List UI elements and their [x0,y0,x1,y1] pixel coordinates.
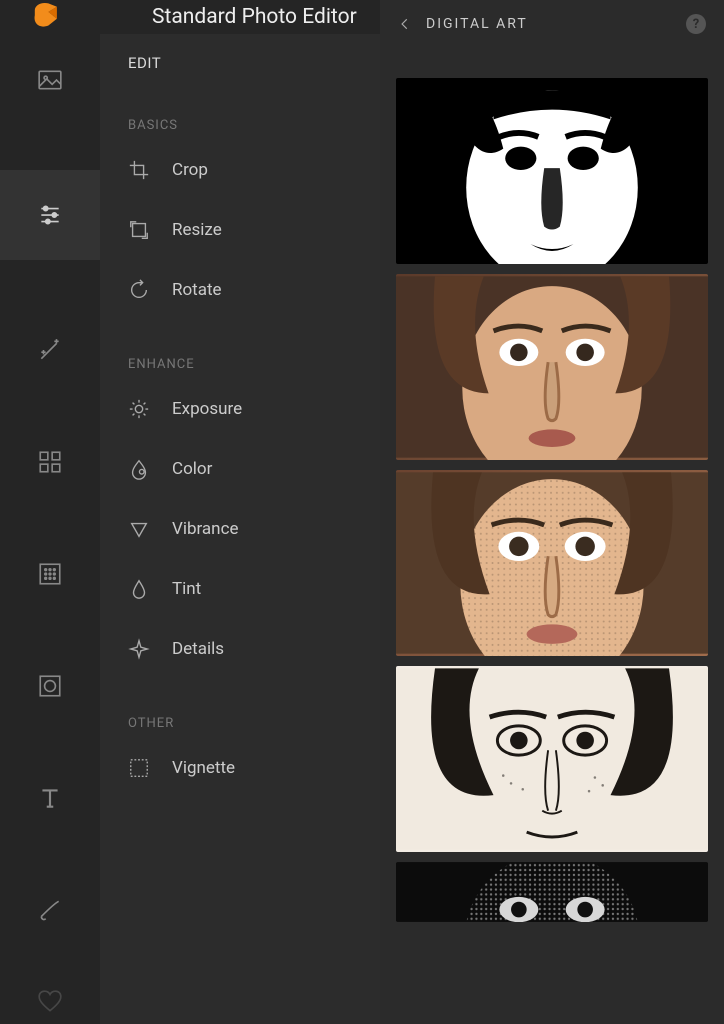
tool-details[interactable]: Details [128,638,360,660]
nav-item-effects[interactable] [0,328,100,372]
app-logo-icon [28,0,62,34]
tool-label: Vignette [172,758,235,778]
tool-label: Color [172,459,212,479]
nav-item-layouts[interactable] [0,440,100,484]
tool-label: Crop [172,160,208,180]
panel-title: DIGITAL ART [426,16,672,32]
filter-preview-list [380,48,724,1024]
app-title: Standard Photo Editor [152,5,357,29]
details-icon [128,638,150,660]
filter-preview[interactable] [396,78,708,264]
section-title: EDIT [128,54,360,72]
sliders-icon [37,202,63,228]
tool-rotate[interactable]: Rotate [128,279,360,301]
tool-resize[interactable]: Resize [128,219,360,241]
chevron-left-icon [398,17,412,31]
exposure-icon [128,398,150,420]
wand-icon [37,337,63,363]
tool-label: Vibrance [172,519,238,539]
tool-label: Resize [172,220,222,240]
photo-icon [37,67,63,93]
tool-vignette[interactable]: Vignette [128,757,360,779]
preview-image-icon [396,78,708,264]
filter-preview[interactable] [396,862,708,922]
group-label-other: OTHER [128,716,360,731]
resize-icon [128,219,150,241]
tool-vibrance[interactable]: Vibrance [128,518,360,540]
tool-exposure[interactable]: Exposure [128,398,360,420]
text-icon [37,785,63,811]
color-icon [128,458,150,480]
preview-image-icon [396,470,708,656]
nav-item-favorites[interactable] [0,980,100,1024]
filter-preview[interactable] [396,274,708,460]
nav-item-brush[interactable] [0,888,100,932]
tool-label: Tint [172,579,201,599]
preview-image-icon [396,862,708,922]
nav-rail [0,34,100,1024]
tool-tint[interactable]: Tint [128,578,360,600]
nav-item-photo[interactable] [0,58,100,102]
help-button[interactable]: ? [686,14,706,34]
brush-icon [37,897,63,923]
tool-crop[interactable]: Crop [128,159,360,181]
rotate-icon [128,279,150,301]
tool-label: Exposure [172,399,242,419]
heart-icon [37,989,63,1015]
tool-label: Details [172,639,224,659]
camera-icon [37,673,63,699]
tool-label: Rotate [172,280,222,300]
edit-menu: EDIT BASICS Crop Resize Rotate ENHANCE [100,34,380,1024]
crop-icon [128,159,150,181]
tool-color[interactable]: Color [128,458,360,480]
right-header: DIGITAL ART ? [380,0,724,48]
nav-item-texture[interactable] [0,552,100,596]
nav-item-edit[interactable] [0,170,100,260]
preview-image-icon [396,274,708,460]
filter-preview[interactable] [396,470,708,656]
vibrance-icon [128,518,150,540]
tint-icon [128,578,150,600]
preview-image-icon [396,666,708,852]
back-button[interactable] [398,17,412,31]
group-label-enhance: ENHANCE [128,357,360,372]
vignette-icon [128,757,150,779]
nav-item-text[interactable] [0,776,100,820]
group-label-basics: BASICS [128,118,360,133]
nav-item-camera[interactable] [0,664,100,708]
filter-preview[interactable] [396,666,708,852]
brand-row: Standard Photo Editor [0,0,380,34]
texture-icon [37,561,63,587]
grid-icon [37,449,63,475]
